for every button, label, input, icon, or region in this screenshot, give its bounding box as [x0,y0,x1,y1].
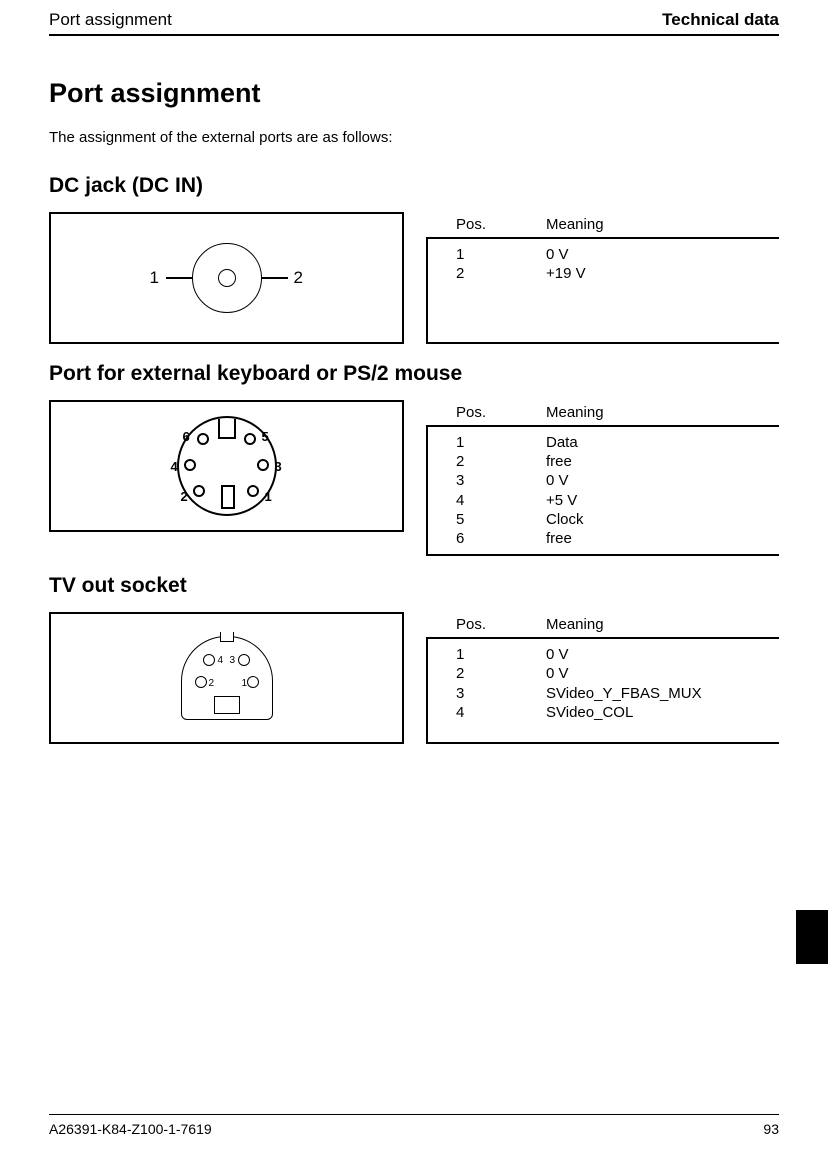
ps2-pin-label: 1 [265,489,272,504]
intro-text: The assignment of the external ports are… [49,129,779,146]
ps2-pin-label: 5 [262,429,269,444]
col-header-meaning: Meaning [546,616,779,633]
table-row: 10 V [456,245,779,264]
col-header-meaning: Meaning [546,404,779,421]
page-title: Port assignment [49,78,779,109]
table-row: 30 V [456,471,779,490]
ps2-section: 1 2 3 4 5 6 Pos. Meaning 1Data 2free 30 … [49,400,779,556]
tv-connector-icon: 1 2 3 4 [167,628,287,728]
table-row: 3SVideo_Y_FBAS_MUX [456,684,779,703]
ps2-pin-table: Pos. Meaning 1Data 2free 30 V 4+5 V 5Clo… [426,400,779,556]
table-row: 2+19 V [456,264,779,283]
col-header-meaning: Meaning [546,216,779,233]
table-row: 1Data [456,433,779,452]
dc-jack-icon: 1 2 [122,243,332,313]
dc-pin-label: 1 [150,268,159,288]
table-row: 2free [456,452,779,471]
section-title-tv: TV out socket [49,574,779,598]
table-row: 4SVideo_COL [456,703,779,722]
thumb-index-tab [796,910,828,964]
ps2-pin-label: 6 [183,429,190,444]
section-title-dc: DC jack (DC IN) [49,174,779,198]
table-row: 10 V [456,645,779,664]
header-chapter: Technical data [662,10,779,30]
table-row: 20 V [456,664,779,683]
dc-diagram-box: 1 2 [49,212,404,344]
table-row: 6free [456,529,779,548]
table-row: 5Clock [456,510,779,529]
tv-pin-table: Pos. Meaning 10 V 20 V 3SVideo_Y_FBAS_MU… [426,612,779,744]
col-header-pos: Pos. [456,616,546,633]
footer-page: 93 [763,1121,779,1137]
tv-pin-label: 2 [209,678,215,689]
tv-diagram-box: 1 2 3 4 [49,612,404,744]
tv-pin-label: 1 [242,678,248,689]
ps2-diagram-box: 1 2 3 4 5 6 [49,400,404,532]
tv-section: 1 2 3 4 Pos. Meaning 10 V 20 V 3SVideo_Y… [49,612,779,744]
ps2-pin-label: 4 [171,459,178,474]
tv-pin-label: 4 [218,655,224,666]
dc-section: 1 2 Pos. Meaning 10 V 2+19 V [49,212,779,344]
dc-pin-table: Pos. Meaning 10 V 2+19 V [426,212,779,344]
col-header-pos: Pos. [456,404,546,421]
table-row: 4+5 V [456,491,779,510]
dc-pin-label: 2 [294,268,303,288]
col-header-pos: Pos. [456,216,546,233]
ps2-pin-label: 3 [275,459,282,474]
ps2-pin-label: 2 [181,489,188,504]
header-section: Port assignment [49,10,172,30]
section-title-ps2: Port for external keyboard or PS/2 mouse [49,362,779,386]
tv-pin-label: 3 [230,655,236,666]
footer-docnum: A26391-K84-Z100-1-7619 [49,1121,212,1137]
ps2-connector-icon: 1 2 3 4 5 6 [147,411,307,521]
page-footer: A26391-K84-Z100-1-7619 93 [49,1114,779,1137]
page-header: Port assignment Technical data [49,0,779,36]
